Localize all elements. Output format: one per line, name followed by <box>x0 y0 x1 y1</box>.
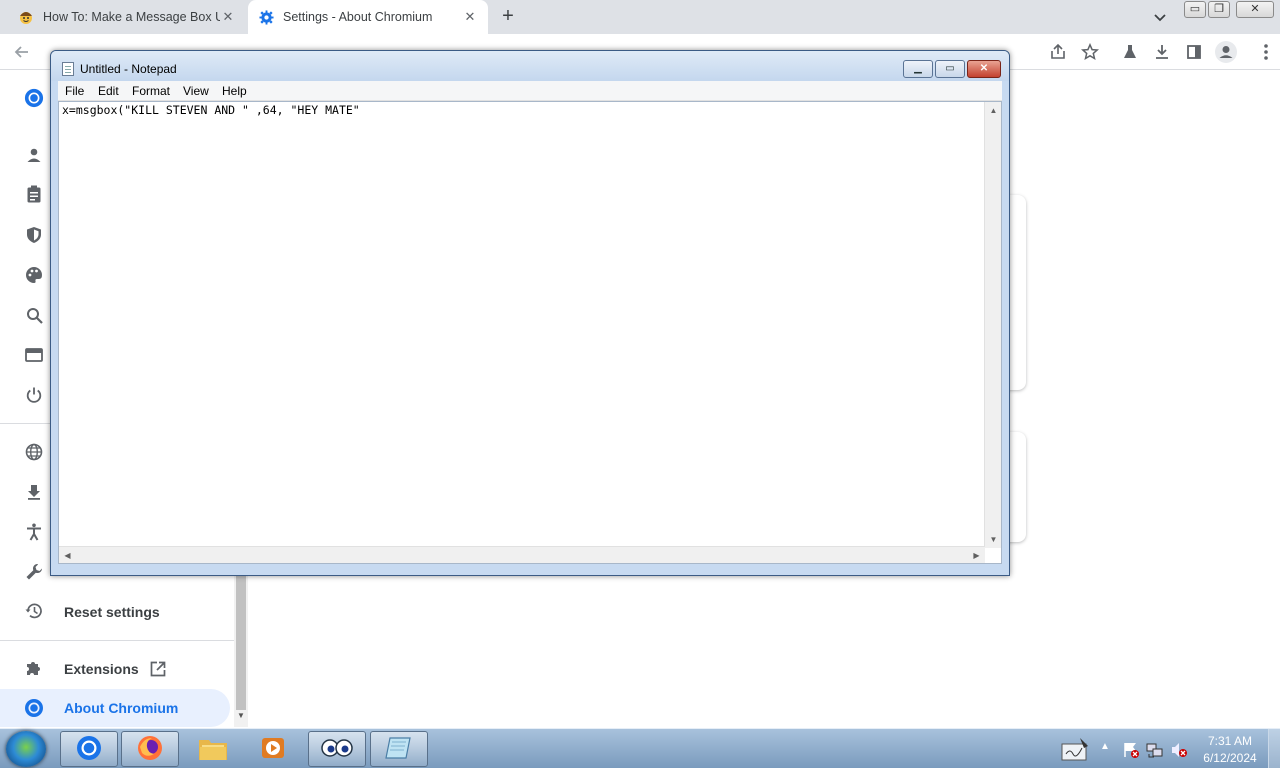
globe-icon[interactable] <box>24 442 44 462</box>
restore-button[interactable]: ❐ <box>1208 1 1230 18</box>
search-icon[interactable] <box>24 305 44 325</box>
taskbar-explorer[interactable] <box>184 731 242 767</box>
volume-muted-icon[interactable] <box>1170 741 1188 762</box>
taskbar-eyes-app[interactable] <box>308 731 366 767</box>
share-icon[interactable] <box>1048 42 1068 62</box>
bookmark-star-icon[interactable] <box>1080 42 1100 62</box>
menu-format[interactable]: Format <box>132 84 170 98</box>
chromium-icon <box>75 734 103 765</box>
tab-title: Settings - About Chromium <box>283 10 433 24</box>
browser-tab-strip: How To: Make a Message Box Us ✕ Settings… <box>0 0 1280 34</box>
person-icon[interactable] <box>24 145 44 165</box>
wrench-icon[interactable] <box>24 562 44 582</box>
scroll-down-arrow[interactable]: ▼ <box>985 531 1002 548</box>
notepad-icon <box>384 734 414 765</box>
scroll-left-arrow[interactable]: ◀ <box>59 547 76 564</box>
divider <box>0 640 234 641</box>
minimize-button[interactable]: ▁ <box>903 60 933 78</box>
action-center-icon[interactable] <box>1122 741 1140 762</box>
shield-icon[interactable] <box>24 225 44 245</box>
close-button[interactable]: ✕ <box>1236 1 1274 18</box>
flask-icon[interactable] <box>1120 42 1140 62</box>
back-icon[interactable] <box>12 42 32 62</box>
vertical-scrollbar[interactable]: ▲ ▼ <box>984 102 1001 548</box>
tab-title: How To: Make a Message Box Us <box>43 10 220 24</box>
taskbar-notepad[interactable] <box>370 731 428 767</box>
notepad-window: Untitled - Notepad ▁ ▭ ✕ File Edit Forma… <box>50 50 1010 576</box>
scrollbar-thumb[interactable] <box>236 575 246 710</box>
network-icon[interactable] <box>1146 741 1164 762</box>
power-icon[interactable] <box>24 385 44 405</box>
palette-icon[interactable] <box>24 265 44 285</box>
show-hidden-icons-icon[interactable]: ▲ <box>1100 741 1110 752</box>
profile-avatar-icon[interactable] <box>1214 40 1238 64</box>
scroll-right-arrow[interactable]: ▶ <box>968 547 985 564</box>
new-tab-button[interactable]: + <box>498 6 518 27</box>
start-button[interactable] <box>6 731 46 767</box>
side-panel-icon[interactable] <box>1184 42 1204 62</box>
accessibility-icon[interactable] <box>24 522 44 542</box>
maximize-button[interactable]: ▭ <box>935 60 965 78</box>
horizontal-scrollbar[interactable]: ◀ ▶ <box>59 546 985 563</box>
more-menu-icon[interactable] <box>1256 42 1276 62</box>
notepad-icon <box>62 62 74 76</box>
gear-icon <box>258 9 274 25</box>
menu-help[interactable]: Help <box>222 84 247 98</box>
taskbar-chromium[interactable] <box>60 731 118 767</box>
puzzle-icon[interactable] <box>24 658 44 678</box>
scroll-up-arrow[interactable]: ▲ <box>985 102 1002 119</box>
download-icon[interactable] <box>1152 42 1172 62</box>
firefox-icon <box>136 734 164 765</box>
clipboard-icon[interactable] <box>24 184 44 204</box>
chromium-icon <box>24 698 44 718</box>
sidebar-item-label: About Chromium <box>64 700 179 716</box>
minimize-button[interactable]: ▭ <box>1184 1 1206 18</box>
clock-time[interactable]: 7:31 AM <box>1198 734 1262 748</box>
close-icon[interactable]: ✕ <box>462 9 478 25</box>
history-icon[interactable] <box>24 601 44 621</box>
menu-bar: File Edit Format View Help <box>58 81 1002 101</box>
tab-message-box-tutorial[interactable]: How To: Make a Message Box Us ✕ <box>8 0 246 34</box>
eyes-icon <box>320 738 354 761</box>
menu-edit[interactable]: Edit <box>98 84 119 98</box>
text-editor[interactable]: x=msgbox("KILL STEVEN AND " ,64, "HEY MA… <box>58 101 1002 564</box>
pen-input-icon[interactable] <box>1060 734 1090 767</box>
menu-file[interactable]: File <box>65 84 84 98</box>
menu-view[interactable]: View <box>183 84 209 98</box>
open-in-new-icon[interactable] <box>148 659 168 679</box>
emoji-face-icon <box>18 9 34 25</box>
taskbar-firefox[interactable] <box>121 731 179 767</box>
download-icon[interactable] <box>24 482 44 502</box>
taskbar-media-player[interactable] <box>244 731 302 767</box>
close-button[interactable]: ✕ <box>967 60 1001 78</box>
close-icon[interactable]: ✕ <box>220 9 236 25</box>
chromium-logo-icon <box>24 88 44 108</box>
window-title: Untitled - Notepad <box>80 62 177 76</box>
scroll-down-arrow[interactable]: ▼ <box>236 711 246 723</box>
taskbar: ▲ 7:31 AM 6/12/2024 <box>0 728 1280 768</box>
sidebar-item-extensions[interactable]: Extensions <box>64 661 139 677</box>
chevron-down-icon[interactable] <box>1152 9 1168 25</box>
media-player-icon <box>259 734 287 765</box>
folder-icon <box>197 734 229 765</box>
show-desktop-button[interactable] <box>1268 729 1280 768</box>
sidebar-item-about-chromium[interactable]: About Chromium <box>0 689 230 727</box>
notepad-titlebar[interactable]: Untitled - Notepad ▁ ▭ ✕ <box>51 51 1009 81</box>
tab-settings-about[interactable]: Settings - About Chromium ✕ <box>248 0 488 34</box>
editor-content[interactable]: x=msgbox("KILL STEVEN AND " ,64, "HEY MA… <box>62 103 360 117</box>
clock-date[interactable]: 6/12/2024 <box>1198 751 1262 765</box>
browser-window-icon[interactable] <box>24 345 44 365</box>
sidebar-item-reset-settings[interactable]: Reset settings <box>64 604 160 620</box>
